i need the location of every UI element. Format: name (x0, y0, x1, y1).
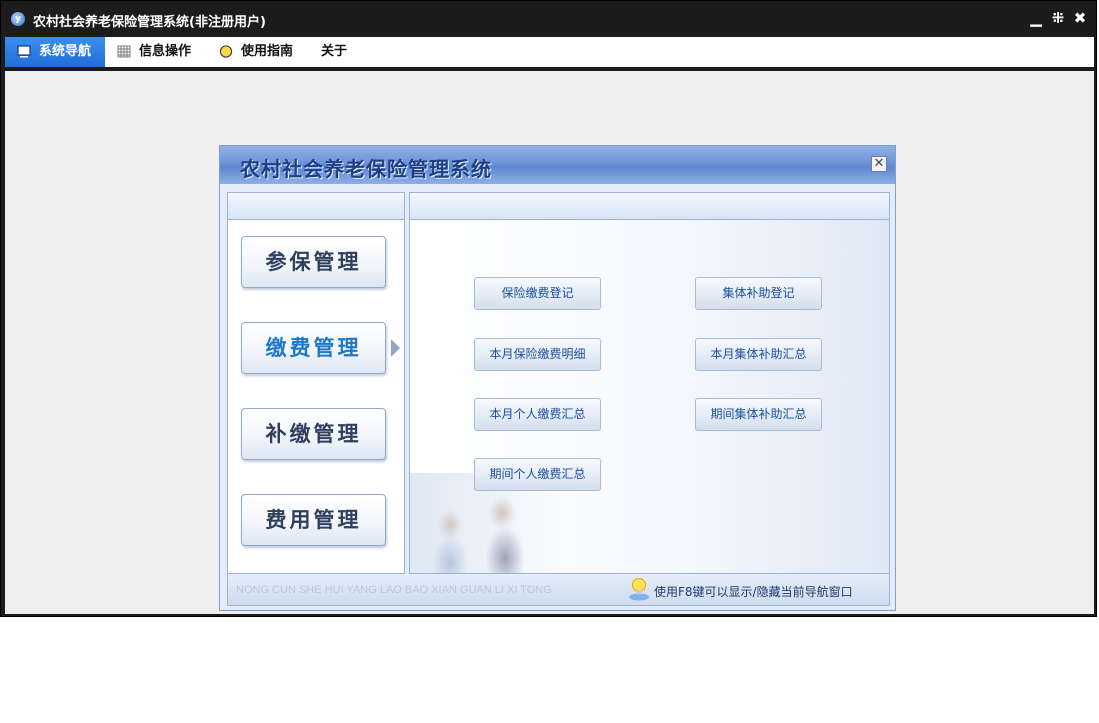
navigation-window: 农村社会养老保险管理系统 ✕ 参保管理 缴费管理 补缴管理 费用管理 保险缴费登… (219, 145, 896, 611)
nav-header: 农村社会养老保险管理系统 ✕ (220, 146, 895, 184)
lightbulb-icon (629, 578, 649, 601)
menu-bar: 系统导航 信息操作 使用指南 关于 (5, 37, 1094, 71)
collective-subsidy-register-button[interactable]: 集体补助登记 (695, 277, 822, 310)
insurance-payment-register-button[interactable]: 保险缴费登记 (474, 277, 601, 310)
window-title: 农村社会养老保险管理系统(非注册用户) (33, 15, 266, 30)
title-bar[interactable]: y 农村社会养老保险管理系统(非注册用户) ▁ ⁜ ✖ (1, 1, 1096, 37)
close-icon[interactable]: ✖ (1072, 9, 1088, 27)
tab-label: 信息操作 (139, 44, 192, 59)
window-controls: ▁ ⁜ ✖ (1028, 9, 1088, 27)
app-logo-icon: y (11, 12, 25, 26)
monthly-subsidy-summary-button[interactable]: 本月集体补助汇总 (695, 338, 822, 371)
footer-pinyin: NONG CUN SHE HUI YANG LAO BAO XIAN GUAN … (236, 584, 552, 596)
minimize-icon[interactable]: ▁ (1028, 9, 1044, 27)
monthly-payment-detail-button[interactable]: 本月保险缴费明细 (474, 338, 601, 371)
nav-close-button[interactable]: ✕ (871, 156, 887, 172)
function-pane: 保险缴费登记 集体补助登记 本月保险缴费明细 本月集体补助汇总 本月个人缴费汇总… (409, 192, 890, 574)
restore-icon[interactable]: ⁜ (1050, 9, 1066, 27)
nav-footer: NONG CUN SHE HUI YANG LAO BAO XIAN GUAN … (227, 574, 890, 606)
category-pane-header (228, 193, 404, 220)
main-window: y 农村社会养老保险管理系统(非注册用户) ▁ ⁜ ✖ 系统导航 信息操作 使用… (0, 0, 1097, 617)
tab-about[interactable]: 关于 (309, 37, 359, 67)
category-payment-button[interactable]: 缴费管理 (241, 322, 386, 374)
grid-icon (117, 45, 131, 58)
selected-arrow-icon (391, 339, 400, 357)
period-personal-summary-button[interactable]: 期间个人缴费汇总 (474, 458, 601, 491)
period-subsidy-summary-button[interactable]: 期间集体补助汇总 (695, 398, 822, 431)
monitor-icon (17, 45, 31, 58)
category-enrollment-button[interactable]: 参保管理 (241, 236, 386, 288)
tab-system-navigation[interactable]: 系统导航 (5, 37, 105, 67)
monthly-personal-summary-button[interactable]: 本月个人缴费汇总 (474, 398, 601, 431)
help-circle-icon (219, 45, 233, 58)
tab-info-operation[interactable]: 信息操作 (105, 37, 207, 67)
tab-label: 系统导航 (39, 44, 92, 59)
tab-user-guide[interactable]: 使用指南 (207, 37, 309, 67)
footer-hint: 使用F8键可以显示/隐藏当前导航窗口 (654, 585, 853, 599)
category-backpay-button[interactable]: 补缴管理 (241, 408, 386, 460)
workspace: 农村社会养老保险管理系统 ✕ 参保管理 缴费管理 补缴管理 费用管理 保险缴费登… (5, 71, 1094, 614)
tab-label: 关于 (321, 44, 348, 59)
category-expense-button[interactable]: 费用管理 (241, 494, 386, 546)
nav-title: 农村社会养老保险管理系统 (240, 157, 492, 181)
tab-label: 使用指南 (241, 44, 294, 59)
function-pane-header (410, 193, 889, 220)
category-pane: 参保管理 缴费管理 补缴管理 费用管理 (227, 192, 405, 574)
